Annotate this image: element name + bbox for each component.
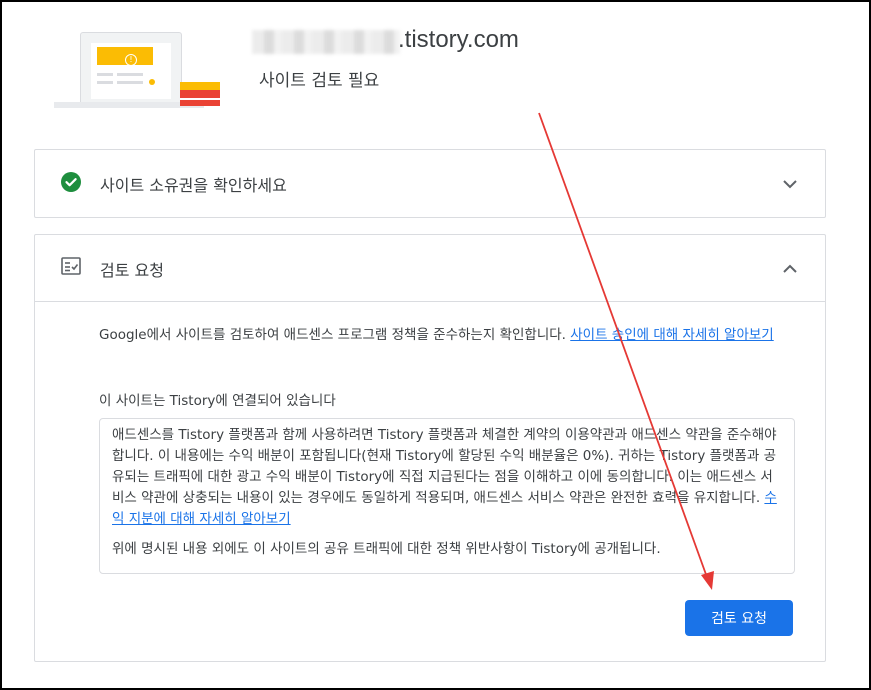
- site-domain: .tistory.com: [398, 26, 519, 53]
- request-review-button[interactable]: 검토 요청: [685, 600, 793, 636]
- terms-box[interactable]: 애드센스를 Tistory 플랫폼과 함께 사용하려면 Tistory 플랫폼과…: [99, 418, 795, 574]
- review-intro: Google에서 사이트를 검토하여 애드센스 프로그램 정책을 준수하는지 확…: [99, 325, 799, 345]
- checklist-icon: [61, 257, 81, 275]
- chevron-up-icon[interactable]: [781, 260, 799, 278]
- review-card-title: 검토 요청: [100, 261, 164, 280]
- site-status: 사이트 검토 필요: [259, 71, 380, 91]
- redacted-subdomain: [252, 30, 400, 54]
- terms-paragraph-1: 애드센스를 Tistory 플랫폼과 함께 사용하려면 Tistory 플랫폼과…: [112, 427, 777, 506]
- ownership-card-title: 사이트 소유권을 확인하세요: [100, 176, 287, 195]
- site-illustration: !: [34, 28, 224, 112]
- terms-paragraph-2: 위에 명시된 내용 외에도 이 사이트의 공유 트래픽에 대한 정책 위반사항이…: [112, 541, 661, 557]
- site-approval-learn-more-link[interactable]: 사이트 승인에 대해 자세히 알아보기: [570, 327, 773, 343]
- ownership-card[interactable]: 사이트 소유권을 확인하세요: [34, 149, 826, 218]
- warning-icon: !: [125, 54, 137, 66]
- monitor-graphic: !: [80, 32, 182, 106]
- review-intro-text: Google에서 사이트를 검토하여 애드센스 프로그램 정책을 준수하는지 확…: [99, 327, 571, 343]
- tistory-connected-label: 이 사이트는 Tistory에 연결되어 있습니다: [99, 393, 336, 409]
- review-request-card: 검토 요청 Google에서 사이트를 검토하여 애드센스 프로그램 정책을 준…: [34, 234, 826, 662]
- chevron-down-icon[interactable]: [781, 175, 799, 193]
- card-divider: [35, 301, 825, 302]
- check-circle-icon: [61, 172, 81, 192]
